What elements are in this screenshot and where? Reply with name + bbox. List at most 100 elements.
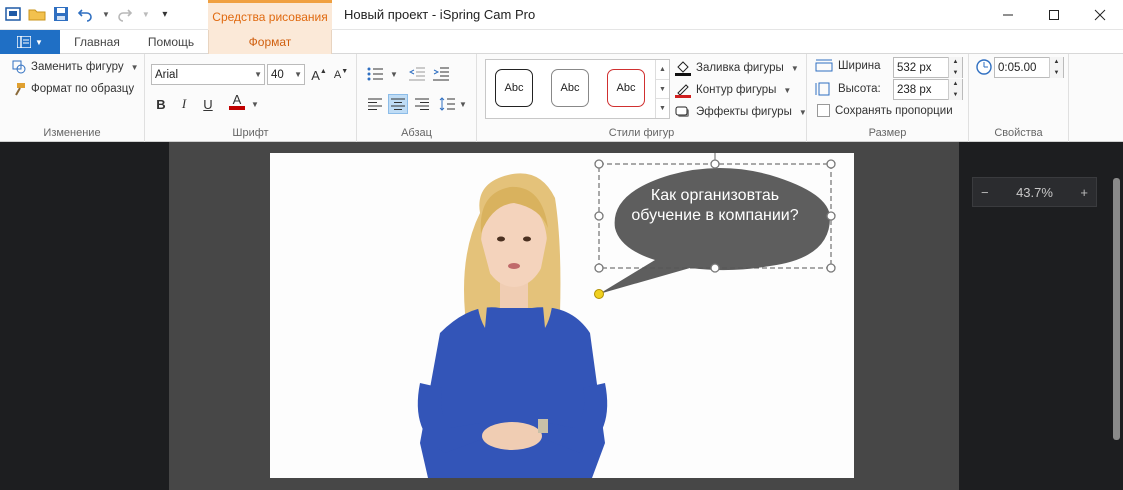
file-dropdown-icon: ▼ <box>35 37 43 47</box>
shape-styles-gallery: Abc Abc Abc ▲ ▼ ▼ <box>485 59 670 119</box>
replace-shape-icon <box>12 60 26 74</box>
width-spinner[interactable]: ▲ ▼ <box>948 57 962 78</box>
tab-home[interactable]: Главная <box>60 30 134 54</box>
pen-outline-icon <box>675 84 691 98</box>
increase-indent-icon[interactable] <box>431 64 451 84</box>
chevron-down-icon: ▼ <box>790 63 799 73</box>
chevron-down-icon[interactable]: ▼ <box>390 70 398 79</box>
customize-toolbar-icon[interactable]: ▾ <box>156 5 174 23</box>
align-center-icon[interactable] <box>388 94 408 114</box>
resize-handle[interactable] <box>710 159 720 169</box>
app-icon[interactable] <box>4 5 22 23</box>
chevron-down-icon[interactable]: ▼ <box>459 100 467 109</box>
shape-fill-button[interactable]: Заливка фигуры ▼ <box>675 60 799 76</box>
line-spacing-icon[interactable] <box>437 94 457 114</box>
gallery-down-icon[interactable]: ▼ <box>656 80 669 100</box>
group-label-size: Размер <box>868 127 907 139</box>
paint-bucket-icon <box>675 61 691 76</box>
tab-help[interactable]: Помощь <box>134 30 208 54</box>
format-painter-icon <box>15 83 25 96</box>
decrease-indent-icon[interactable] <box>407 64 427 84</box>
group-label-font: Шрифт <box>232 127 269 139</box>
undo-dropdown-icon[interactable]: ▼ <box>102 10 110 19</box>
drawing-tools-context-tab[interactable]: Средства рисования <box>208 0 332 30</box>
redo-dropdown-icon[interactable]: ▼ <box>142 10 150 19</box>
chevron-down-icon: ▼ <box>798 107 807 117</box>
shape-style-thumb[interactable]: Abc <box>607 69 645 107</box>
height-spinner[interactable]: ▲ ▼ <box>948 79 962 100</box>
styles-gallery-scroll: ▲ ▼ ▼ <box>655 60 669 118</box>
close-icon[interactable] <box>1077 0 1123 30</box>
resize-handle[interactable] <box>594 211 604 221</box>
window-title: Новый проект - iSpring Cam Pro <box>344 7 536 22</box>
increase-font-size-icon[interactable]: A ▲ <box>309 65 329 85</box>
resize-handle[interactable] <box>826 211 836 221</box>
keep-proportions-row[interactable]: Сохранять пропорции <box>817 104 953 117</box>
group-size: Ширина 532 px ▲ ▼ Высота: 238 px ▲ ▼ Сохра… <box>807 54 969 142</box>
resize-handle[interactable] <box>594 159 604 169</box>
open-folder-icon[interactable] <box>28 5 46 23</box>
duration-spinner[interactable]: ▲ ▼ <box>1049 57 1063 78</box>
shape-effects-button[interactable]: Эффекты фигуры ▼ <box>675 104 807 120</box>
height-label-row: Высота: <box>815 82 881 96</box>
chevron-down-icon: ▼ <box>783 85 792 95</box>
replace-shape-button[interactable]: Заменить фигуру ▼ <box>12 60 139 74</box>
window-controls <box>985 0 1123 30</box>
duration-input[interactable]: 0:05.00 ▲ ▼ <box>994 57 1064 78</box>
chevron-down-icon: ▼ <box>130 62 139 72</box>
decrease-font-size-icon[interactable]: A ▼ <box>331 65 351 85</box>
menu-icon <box>17 36 32 48</box>
maximize-icon[interactable] <box>1031 0 1077 30</box>
gallery-up-icon[interactable]: ▲ <box>656 60 669 80</box>
group-label-shape-styles: Стили фигур <box>608 127 675 139</box>
chevron-down-icon[interactable]: ▼ <box>251 100 259 109</box>
vertical-scrollbar[interactable] <box>1113 178 1120 440</box>
ribbon: Заменить фигуру ▼ Формат по образцу Изме… <box>0 54 1123 142</box>
shape-style-thumb[interactable]: Abc <box>551 69 589 107</box>
ribbon-tab-row: ▼ Главная Помощь Формат <box>0 30 1123 54</box>
underline-button[interactable]: U <box>198 94 218 114</box>
gallery-more-icon[interactable]: ▼ <box>656 99 669 118</box>
resize-handle[interactable] <box>710 263 720 273</box>
chevron-down-icon: ▼ <box>254 70 262 79</box>
group-label-change: Изменение <box>43 127 101 139</box>
group-properties: 0:05.00 ▲ ▼ Свойства <box>969 54 1069 142</box>
bold-button[interactable]: B <box>151 94 171 114</box>
redo-icon[interactable] <box>116 5 134 23</box>
font-color-swatch <box>229 106 245 110</box>
quick-access-toolbar: ▼ ▼ ▾ <box>4 5 174 23</box>
height-input[interactable]: 238 px ▲ ▼ <box>893 79 963 100</box>
width-input[interactable]: 532 px ▲ ▼ <box>893 57 963 78</box>
italic-button[interactable]: I <box>174 94 194 114</box>
resize-handle[interactable] <box>826 263 836 273</box>
zoom-level: 43.7% <box>1016 184 1053 200</box>
callout-pointer-handle[interactable] <box>594 289 604 299</box>
shape-style-thumb[interactable]: Abc <box>495 69 533 107</box>
format-painter-button[interactable]: Формат по образцу <box>12 82 134 96</box>
undo-icon[interactable] <box>76 5 94 23</box>
font-size-select[interactable]: 40 ▼ <box>267 64 305 85</box>
font-color-button[interactable]: A <box>227 92 247 112</box>
align-left-icon[interactable] <box>365 94 385 114</box>
bullets-icon[interactable] <box>365 64 385 84</box>
group-shape-styles: Abc Abc Abc ▲ ▼ ▼ Заливка фигуры ▼ Конту… <box>477 54 807 142</box>
file-menu-button[interactable]: ▼ <box>0 30 60 54</box>
resize-handle[interactable] <box>594 263 604 273</box>
save-icon[interactable] <box>52 5 70 23</box>
clock-icon <box>976 59 992 75</box>
callout-text[interactable]: Как организовтаь обучение в компании? <box>615 186 815 226</box>
resize-handle[interactable] <box>826 159 836 169</box>
align-right-icon[interactable] <box>412 94 432 114</box>
minimize-icon[interactable] <box>985 0 1031 30</box>
width-icon <box>815 59 833 72</box>
font-name-select[interactable]: Arial ▼ <box>151 64 265 85</box>
group-change: Заменить фигуру ▼ Формат по образцу Изме… <box>0 54 145 142</box>
title-bar: ▼ ▼ ▾ Средства рисования Новый проект - … <box>0 0 1123 30</box>
shape-outline-button[interactable]: Контур фигуры ▼ <box>675 82 791 98</box>
group-paragraph: ▼ ▼ Абзац <box>357 54 477 142</box>
keep-proportions-checkbox[interactable] <box>817 104 830 117</box>
zoom-control: − 43.7% + <box>972 177 1097 207</box>
zoom-out-button[interactable]: − <box>981 185 989 200</box>
zoom-in-button[interactable]: + <box>1080 185 1088 200</box>
tab-format[interactable]: Формат <box>208 30 332 54</box>
